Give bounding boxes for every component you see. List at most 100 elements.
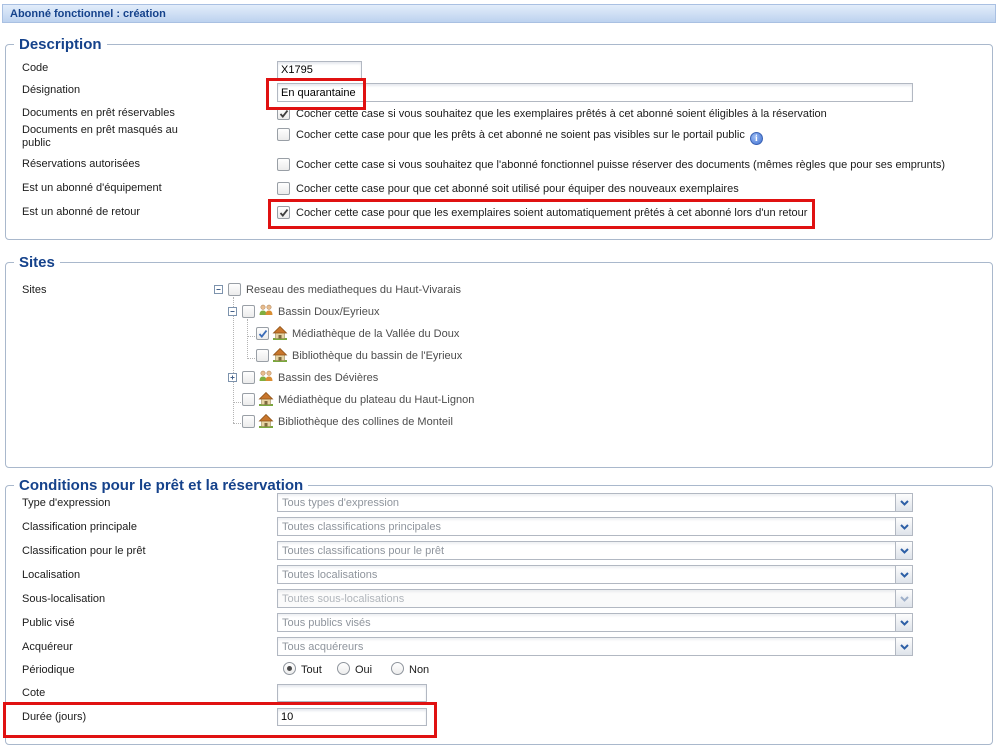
house-icon [258, 414, 274, 431]
cote-field[interactable] [277, 684, 427, 702]
tree-checkbox-checked[interactable] [256, 327, 269, 340]
masques-public-label: Documents en prêt masqués au public [22, 124, 202, 150]
tree-node-label[interactable]: Bassin Doux/Eyrieux [278, 306, 380, 318]
reservations-autorisees-row: Réservations autorisées Cocher cette cas… [0, 154, 1000, 176]
public-vise-select[interactable]: Tous publics visés [277, 613, 913, 632]
tree-checkbox[interactable] [242, 305, 255, 318]
chevron-down-icon [895, 590, 912, 607]
acquereur-label: Acquéreur [22, 641, 257, 654]
classification-principale-label: Classification principale [22, 521, 257, 534]
cote-row: Cote [0, 683, 1000, 705]
cote-label: Cote [22, 687, 257, 700]
minus-box-icon[interactable] [214, 285, 223, 294]
tree-node-mediatheque-haut-lignon[interactable]: Médiathèque du plateau du Haut-Lignon [0, 391, 1000, 412]
minus-box-icon[interactable] [228, 307, 237, 316]
abonne-equipement-row: Est un abonné d'équipement Cocher cette … [0, 178, 1000, 200]
masques-public-text-str: Cocher cette case pour que les prêts à c… [296, 129, 745, 141]
designation-field[interactable] [277, 83, 913, 102]
chevron-down-icon[interactable] [895, 566, 912, 583]
tree-node-label[interactable]: Médiathèque de la Vallée du Doux [292, 328, 459, 340]
periodique-option-oui: Oui [355, 664, 372, 676]
tree-node-label[interactable]: Bassin des Dévières [278, 372, 378, 384]
tree-node-bibliotheque-monteil[interactable]: Bibliothèque des collines de Monteil [0, 413, 1000, 434]
abonne-equipement-label: Est un abonné d'équipement [22, 182, 202, 195]
classification-principale-row: Classification principale Toutes classif… [0, 517, 1000, 539]
type-expression-select[interactable]: Tous types d'expression [277, 493, 913, 512]
classification-pret-row: Classification pour le prêt Toutes class… [0, 541, 1000, 563]
house-icon [258, 392, 274, 409]
tree-node-reseau[interactable]: Reseau des mediatheques du Haut-Vivarais [0, 281, 1000, 302]
select-value: Toutes classifications pour le prêt [282, 545, 444, 557]
tree-checkbox[interactable] [242, 415, 255, 428]
duree-row: Durée (jours) [0, 707, 1000, 729]
select-value: Tous acquéreurs [282, 641, 363, 653]
reservables-text: Cocher cette case si vous souhaitez que … [296, 108, 827, 120]
sous-localisation-label: Sous-localisation [22, 593, 257, 606]
select-value: Toutes localisations [282, 569, 377, 581]
tree-node-label[interactable]: Bibliothèque des collines de Monteil [278, 416, 453, 428]
masques-public-checkbox[interactable] [277, 128, 290, 141]
info-icon[interactable]: i [750, 132, 763, 145]
sous-localisation-row: Sous-localisation Toutes sous-localisati… [0, 589, 1000, 611]
chevron-down-icon[interactable] [895, 494, 912, 511]
tree-node-bibliotheque-eyrieux[interactable]: Bibliothèque du bassin de l'Eyrieux [0, 347, 1000, 368]
reservables-checkbox[interactable] [277, 107, 290, 120]
periodique-radio-non[interactable] [391, 662, 404, 675]
localisation-label: Localisation [22, 569, 257, 582]
tree-checkbox[interactable] [242, 371, 255, 384]
classification-pret-select[interactable]: Toutes classifications pour le prêt [277, 541, 913, 560]
tree-node-label[interactable]: Médiathèque du plateau du Haut-Lignon [278, 394, 474, 406]
periodique-row: Périodique Tout Oui Non [0, 660, 1000, 682]
tree-node-bassin-doux-eyrieux[interactable]: Bassin Doux/Eyrieux [0, 303, 1000, 324]
tree-node-mediatheque-vallee-doux[interactable]: Médiathèque de la Vallée du Doux [0, 325, 1000, 346]
tree-checkbox[interactable] [228, 283, 241, 296]
abonne-retour-text: Cocher cette case pour que les exemplair… [296, 207, 807, 219]
plus-box-icon[interactable] [228, 373, 237, 382]
chevron-down-icon[interactable] [895, 614, 912, 631]
chevron-down-icon[interactable] [895, 518, 912, 535]
radio-dot [287, 666, 292, 671]
check-icon [278, 108, 290, 120]
tree-checkbox[interactable] [256, 349, 269, 362]
periodique-option-non: Non [409, 664, 429, 676]
tree-node-label[interactable]: Bibliothèque du bassin de l'Eyrieux [292, 350, 462, 362]
code-field[interactable] [277, 61, 362, 79]
abonne-retour-row: Est un abonné de retour Cocher cette cas… [0, 202, 1000, 224]
tree-node-label[interactable]: Reseau des mediatheques du Haut-Vivarais [246, 284, 461, 296]
localisation-select[interactable]: Toutes localisations [277, 565, 913, 584]
public-vise-label: Public visé [22, 617, 257, 630]
check-icon [257, 328, 269, 340]
abonne-retour-checkbox[interactable] [277, 206, 290, 219]
masques-public-row: Documents en prêt masqués au public Coch… [0, 122, 1000, 156]
type-expression-row: Type d'expression Tous types d'expressio… [0, 493, 1000, 515]
masques-public-text: Cocher cette case pour que les prêts à c… [296, 129, 763, 145]
page-title: Abonné fonctionnel : création [10, 8, 166, 20]
chevron-down-icon[interactable] [895, 638, 912, 655]
public-vise-row: Public visé Tous publics visés [0, 613, 1000, 635]
abonne-equipement-checkbox[interactable] [277, 182, 290, 195]
house-icon [272, 348, 288, 365]
window-title-bar: Abonné fonctionnel : création [2, 4, 996, 23]
fieldset-description-legend: Description [14, 36, 107, 53]
sous-localisation-select: Toutes sous-localisations [277, 589, 913, 608]
group-icon [258, 304, 274, 320]
chevron-down-icon[interactable] [895, 542, 912, 559]
reservations-autorisees-checkbox[interactable] [277, 158, 290, 171]
duree-field[interactable] [277, 708, 427, 726]
reservations-autorisees-label: Réservations autorisées [22, 158, 202, 171]
tree-checkbox[interactable] [242, 393, 255, 406]
classification-principale-select[interactable]: Toutes classifications principales [277, 517, 913, 536]
periodique-radio-oui[interactable] [337, 662, 350, 675]
localisation-row: Localisation Toutes localisations [0, 565, 1000, 587]
periodique-radio-tout[interactable] [283, 662, 296, 675]
type-expression-label: Type d'expression [22, 497, 257, 510]
code-label: Code [22, 62, 202, 75]
periodique-option-tout: Tout [301, 664, 322, 676]
check-icon [278, 207, 290, 219]
code-row: Code [0, 58, 1000, 80]
tree-node-bassin-devieres[interactable]: Bassin des Dévières [0, 369, 1000, 390]
designation-label: Désignation [22, 84, 202, 97]
periodique-label: Périodique [22, 664, 257, 677]
acquereur-select[interactable]: Tous acquéreurs [277, 637, 913, 656]
abonne-equipement-text: Cocher cette case pour que cet abonné so… [296, 183, 739, 195]
